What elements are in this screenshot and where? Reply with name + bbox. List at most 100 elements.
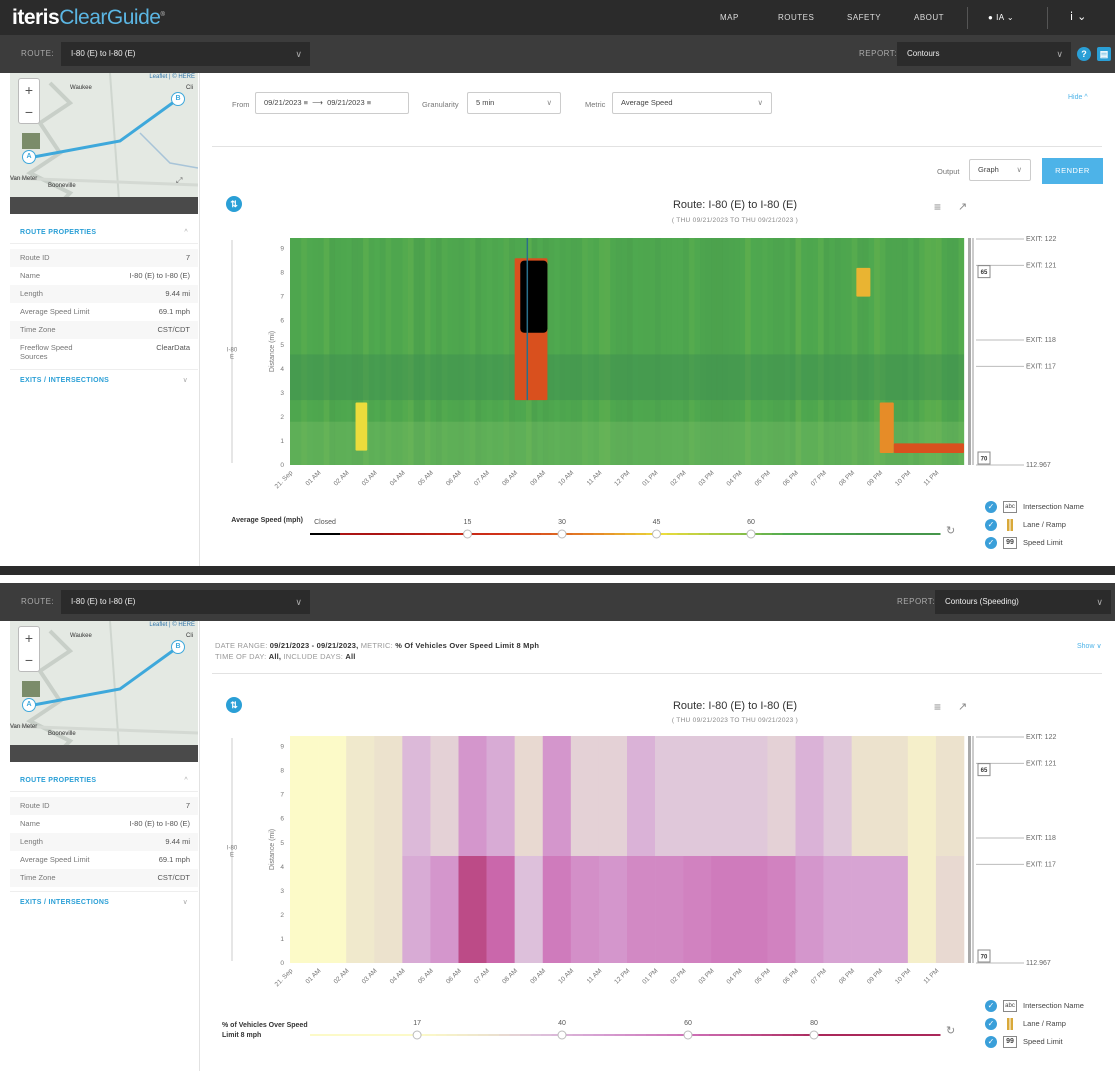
zoom-out-button[interactable]: − bbox=[19, 649, 39, 671]
scale-segment bbox=[625, 1034, 636, 1036]
exit-label: EXIT: 118 bbox=[1026, 337, 1056, 344]
report-select[interactable]: Contours (Speeding) ∨ bbox=[935, 590, 1111, 614]
route-map[interactable]: + − Leaflet | © HERE Waukee Van Meter Boo… bbox=[10, 73, 198, 214]
checkbox-icon[interactable]: ✓ bbox=[985, 1018, 997, 1030]
checkbox-icon[interactable]: ✓ bbox=[985, 501, 997, 513]
speed-band bbox=[290, 421, 964, 465]
legend-speed-limit[interactable]: ✓ 99 Speed Limit bbox=[985, 1034, 1115, 1050]
speeding-cell bbox=[290, 736, 319, 856]
legend-lane-ramp[interactable]: ✓ Lane / Ramp bbox=[985, 1016, 1115, 1032]
prop-row: Length 9.44 mi bbox=[10, 833, 198, 851]
prop-row: Route ID 7 bbox=[10, 797, 198, 815]
map-attribution[interactable]: Leaflet | © HERE bbox=[149, 74, 195, 80]
marker-a-icon[interactable]: A bbox=[22, 698, 36, 712]
reset-scale-icon[interactable]: ↻ bbox=[946, 1024, 955, 1037]
x-tick-label: 06 AM bbox=[445, 967, 463, 985]
x-tick-label: 04 AM bbox=[389, 469, 407, 487]
metric-select[interactable]: Average Speed ∨ bbox=[612, 92, 772, 114]
lane-ramp-bar bbox=[968, 238, 971, 465]
state-selector[interactable]: ● IA ⌄ bbox=[988, 0, 1014, 35]
scale-handle bbox=[809, 1030, 819, 1040]
open-external-icon[interactable]: ↗ bbox=[958, 700, 967, 713]
route-select[interactable]: I-80 (E) to I-80 (E) ∨ bbox=[61, 42, 310, 66]
route-map[interactable]: + − Leaflet | © HERE Waukee Van Meter Boo… bbox=[10, 621, 198, 762]
x-tick-label: 10 AM bbox=[557, 967, 575, 985]
checkbox-icon[interactable]: ✓ bbox=[985, 519, 997, 531]
chart-menu-icon[interactable]: ≡ bbox=[934, 200, 941, 214]
main-panel: From 09/21/2023 ≡ ⟶ 09/21/2023 ≡ Granula… bbox=[200, 73, 1115, 566]
reset-scale-icon[interactable]: ↻ bbox=[946, 524, 955, 537]
app-logo[interactable]: iterisClearGuide bbox=[12, 566, 161, 570]
y-tick-label: 5 bbox=[280, 840, 284, 847]
scale-segment bbox=[362, 533, 374, 535]
route-properties-header[interactable]: ROUTE PROPERTIES ^ bbox=[10, 222, 198, 244]
marker-b-icon[interactable]: B bbox=[171, 92, 185, 106]
report-select[interactable]: Contours ∨ bbox=[897, 42, 1071, 66]
route-select[interactable]: I-80 (E) to I-80 (E) ∨ bbox=[61, 590, 310, 614]
x-tick-label: 11 PM bbox=[922, 469, 940, 487]
route-properties-header[interactable]: ROUTE PROPERTIES ^ bbox=[10, 770, 198, 792]
granularity-select[interactable]: 5 min ∨ bbox=[467, 92, 561, 114]
legend-intersection[interactable]: ✓ abc Intersection Name bbox=[985, 998, 1115, 1014]
nav-about[interactable]: ABOUT bbox=[914, 0, 944, 35]
zoom-in-button[interactable]: + bbox=[19, 627, 39, 649]
speeding-contour-chart[interactable]: I-80E Distance (mi) 0 1 2 3 4 5 6 7 8 9 21. Sep 01 AM… bbox=[200, 728, 1115, 1008]
speed-color-scale[interactable]: Closed 15 30 45 60 bbox=[300, 506, 950, 546]
open-external-icon[interactable]: ↗ bbox=[958, 200, 967, 213]
speed-contour-chart[interactable]: I-80E Distance (mi) 0 1 2 3 4 5 6 7 8 9 21. Sep 01 AM… bbox=[200, 231, 1115, 511]
nav-safety[interactable]: SAFETY bbox=[847, 0, 881, 35]
scale-segment bbox=[341, 1034, 353, 1036]
report-label: REPORT: bbox=[859, 49, 898, 58]
zoom-out-button[interactable]: − bbox=[19, 101, 39, 123]
exits-intersections-header[interactable]: EXITS / INTERSECTIONS ∨ bbox=[10, 891, 198, 913]
y-tick-label: 2 bbox=[280, 912, 284, 919]
help-icon[interactable]: ? bbox=[1077, 47, 1091, 61]
swap-direction-icon[interactable]: ⇅ bbox=[226, 196, 242, 212]
show-link[interactable]: Show ∨ bbox=[1077, 642, 1102, 650]
speeding-color-scale[interactable]: 17 40 60 80 bbox=[300, 1007, 950, 1047]
chart-title: Route: I-80 (E) to I-80 (E) bbox=[672, 199, 798, 211]
route-axis-label: E bbox=[230, 853, 234, 859]
scale-segment bbox=[719, 1034, 731, 1036]
app-logo[interactable]: iterisClearGuide® bbox=[12, 6, 165, 30]
map-place-label: Cli bbox=[186, 633, 193, 639]
x-tick-label: 03 PM bbox=[697, 469, 715, 487]
render-button[interactable]: RENDER bbox=[1042, 158, 1103, 184]
hide-link[interactable]: Hide ^ bbox=[1068, 94, 1088, 101]
date-range-field[interactable]: 09/21/2023 ≡ ⟶ 09/21/2023 ≡ bbox=[255, 92, 409, 114]
y-tick-label: 4 bbox=[280, 864, 284, 871]
checkbox-icon[interactable]: ✓ bbox=[985, 1000, 997, 1012]
nav-map[interactable]: MAP bbox=[720, 0, 739, 35]
map-attribution[interactable]: Leaflet | © HERE bbox=[149, 622, 195, 628]
nav-routes[interactable]: ROUTES bbox=[778, 0, 814, 35]
checkbox-icon[interactable]: ✓ bbox=[985, 1036, 997, 1048]
route-label: ROUTE: bbox=[21, 597, 55, 606]
user-menu-icon[interactable]: ⅰ ⌄ bbox=[1070, 0, 1087, 35]
legend-lane-ramp[interactable]: ✓ Lane / Ramp bbox=[985, 517, 1115, 533]
scale-tick-label: 45 bbox=[653, 519, 661, 526]
exits-intersections-header[interactable]: EXITS / INTERSECTIONS ∨ bbox=[10, 369, 198, 391]
speeding-cell bbox=[430, 736, 459, 856]
scale-segment bbox=[877, 533, 888, 535]
scale-segment bbox=[667, 533, 678, 535]
marker-a-icon[interactable]: A bbox=[22, 150, 36, 164]
scale-segment bbox=[709, 1034, 720, 1036]
expand-icon[interactable]: ⤢ bbox=[176, 176, 182, 186]
speeding-cell bbox=[514, 855, 544, 963]
legend-speed-limit[interactable]: ✓ 99 Speed Limit bbox=[985, 535, 1115, 551]
speeding-cell bbox=[570, 736, 600, 856]
legend-intersection[interactable]: ✓ abc Intersection Name bbox=[985, 499, 1115, 515]
output-select[interactable]: Graph ∨ bbox=[969, 159, 1031, 181]
chart-subtitle: ( THU 09/21/2023 TO THU 09/21/2023 ) bbox=[671, 217, 799, 224]
speeding-cell bbox=[627, 855, 656, 963]
checkbox-icon[interactable]: ✓ bbox=[985, 537, 997, 549]
swap-direction-icon[interactable]: ⇅ bbox=[226, 697, 242, 713]
comment-icon[interactable]: ▤ bbox=[1097, 47, 1111, 61]
speeding-cell bbox=[879, 855, 909, 963]
zoom-in-button[interactable]: + bbox=[19, 79, 39, 101]
speeding-cell bbox=[598, 855, 628, 963]
chart-menu-icon[interactable]: ≡ bbox=[934, 700, 941, 714]
y-tick-label: 4 bbox=[280, 366, 284, 373]
marker-b-icon[interactable]: B bbox=[171, 640, 185, 654]
scale-handle bbox=[412, 1030, 422, 1040]
